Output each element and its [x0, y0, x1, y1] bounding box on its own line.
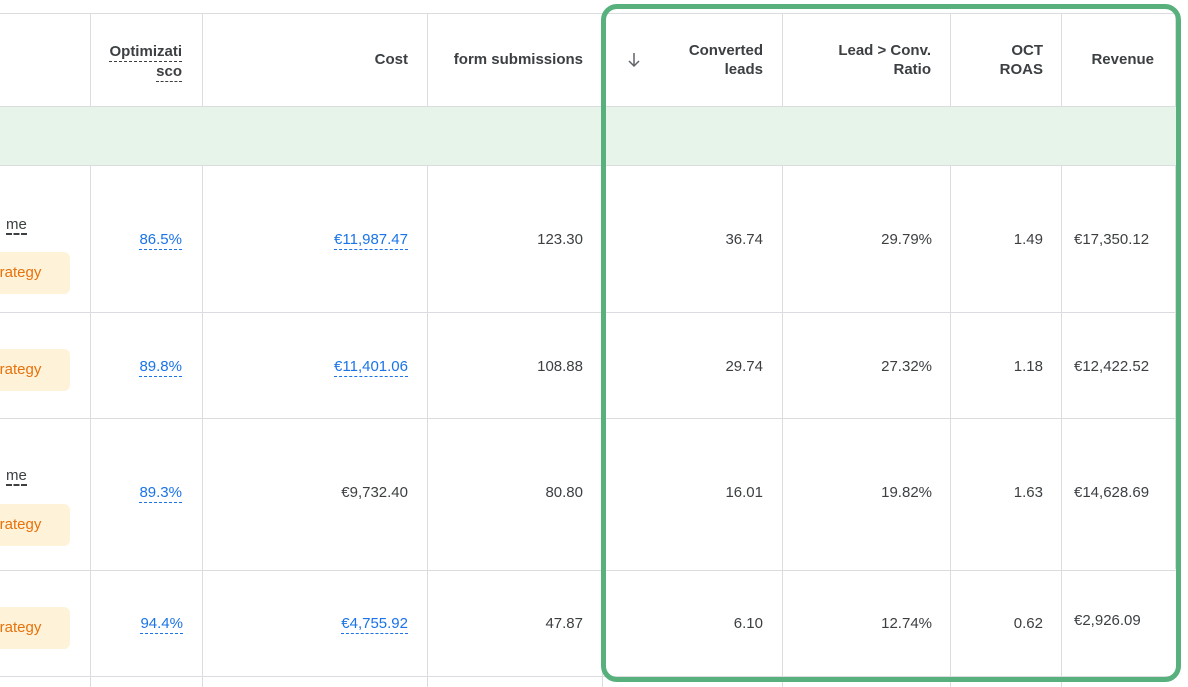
status-chip[interactable]: strategy [0, 349, 70, 391]
row-divider [0, 570, 1176, 571]
campaign-name-fragment[interactable]: me [6, 216, 27, 235]
converted-leads-value: 16.01 [725, 484, 763, 501]
oct-roas-value: 1.18 [1013, 358, 1043, 375]
optimization-score[interactable]: 89.3% [100, 484, 182, 503]
header-optimization-line2: sco [156, 63, 182, 82]
status-chip[interactable]: strategy [0, 252, 70, 294]
summary-row [0, 107, 1176, 165]
header-oct-roas[interactable]: OCT ROAS [970, 41, 1043, 79]
header-converted-leads[interactable]: Converted leads [650, 41, 763, 79]
status-chip[interactable]: strategy [0, 607, 70, 649]
oct-roas-value: 1.49 [1013, 231, 1043, 248]
revenue-value: €17,350.12 [1074, 231, 1150, 248]
optimization-link[interactable]: 89.8% [139, 358, 182, 377]
header-form-submissions[interactable]: form submissions [440, 50, 583, 69]
row-divider [0, 106, 1176, 107]
optimization-score[interactable]: 89.8% [100, 358, 182, 377]
header-ratio-line1: Lead > Conv. [838, 42, 931, 59]
column-divider [1175, 14, 1176, 569]
cost-value[interactable]: €4,755.92 [280, 615, 408, 634]
revenue-value: €2,926.09 [1074, 612, 1141, 629]
header-ratio-line2: Ratio [893, 61, 932, 78]
lead-conv-ratio-value: 19.82% [881, 484, 932, 501]
converted-leads-value: 6.10 [733, 615, 763, 632]
optimization-score[interactable]: 86.5% [100, 231, 182, 250]
status-chip[interactable]: strategy [0, 504, 70, 546]
row-divider [0, 418, 1176, 419]
name-text: me [6, 216, 27, 235]
optimization-link[interactable]: 86.5% [139, 231, 182, 250]
chip-label: strategy [0, 361, 42, 378]
converted-leads-value: 29.74 [725, 358, 763, 375]
campaign-name-fragment[interactable]: me [6, 467, 27, 486]
header-revenue[interactable]: Revenue [1070, 50, 1154, 69]
lead-conv-ratio-value: 12.74% [881, 615, 932, 632]
cost-link[interactable]: €4,755.92 [341, 615, 408, 634]
oct-roas-value: 1.63 [1013, 484, 1043, 501]
header-converted-line1: Converted [688, 42, 763, 59]
lead-conv-ratio-value: 29.79% [881, 231, 932, 248]
header-optimization-line1: Optimizati [109, 43, 182, 62]
header-roas-line1: OCT [1011, 42, 1043, 59]
form-submissions-value: 80.80 [545, 484, 583, 501]
cost-value: €9,732.40 [341, 484, 408, 501]
header-roas-line2: ROAS [999, 61, 1043, 78]
revenue-value: €14,628.69 [1074, 484, 1150, 501]
row-divider [0, 312, 1176, 313]
header-lead-conv-ratio[interactable]: Lead > Conv. Ratio [800, 41, 931, 79]
revenue-value: €12,422.52 [1074, 358, 1150, 375]
arrow-down-icon[interactable] [626, 51, 642, 69]
cost-value[interactable]: €11,987.47 [280, 231, 408, 250]
cost-link[interactable]: €11,987.47 [334, 231, 408, 250]
header-cost[interactable]: Cost [300, 50, 408, 69]
optimization-link[interactable]: 89.3% [139, 484, 182, 503]
cost-link[interactable]: €11,401.06 [334, 358, 408, 377]
header-converted-line2: leads [724, 61, 763, 78]
form-submissions-value: 47.87 [545, 615, 583, 632]
header-optimization-score[interactable]: Optimizati sco [100, 42, 182, 82]
name-text: me [6, 467, 27, 486]
oct-roas-value: 0.62 [1013, 615, 1043, 632]
chip-label: strategy [0, 619, 42, 636]
chip-label: strategy [0, 516, 42, 533]
row-divider [0, 676, 1176, 677]
optimization-link[interactable]: 94.4% [140, 615, 183, 634]
lead-conv-ratio-value: 27.32% [881, 358, 932, 375]
row-divider [0, 13, 1176, 14]
form-submissions-value: 108.88 [537, 358, 583, 375]
row-divider [0, 165, 1176, 166]
optimization-score[interactable]: 94.4% [100, 615, 183, 634]
cost-value[interactable]: €11,401.06 [280, 358, 408, 377]
converted-leads-value: 36.74 [725, 231, 763, 248]
form-submissions-value: 123.30 [537, 231, 583, 248]
chip-label: strategy [0, 264, 42, 281]
